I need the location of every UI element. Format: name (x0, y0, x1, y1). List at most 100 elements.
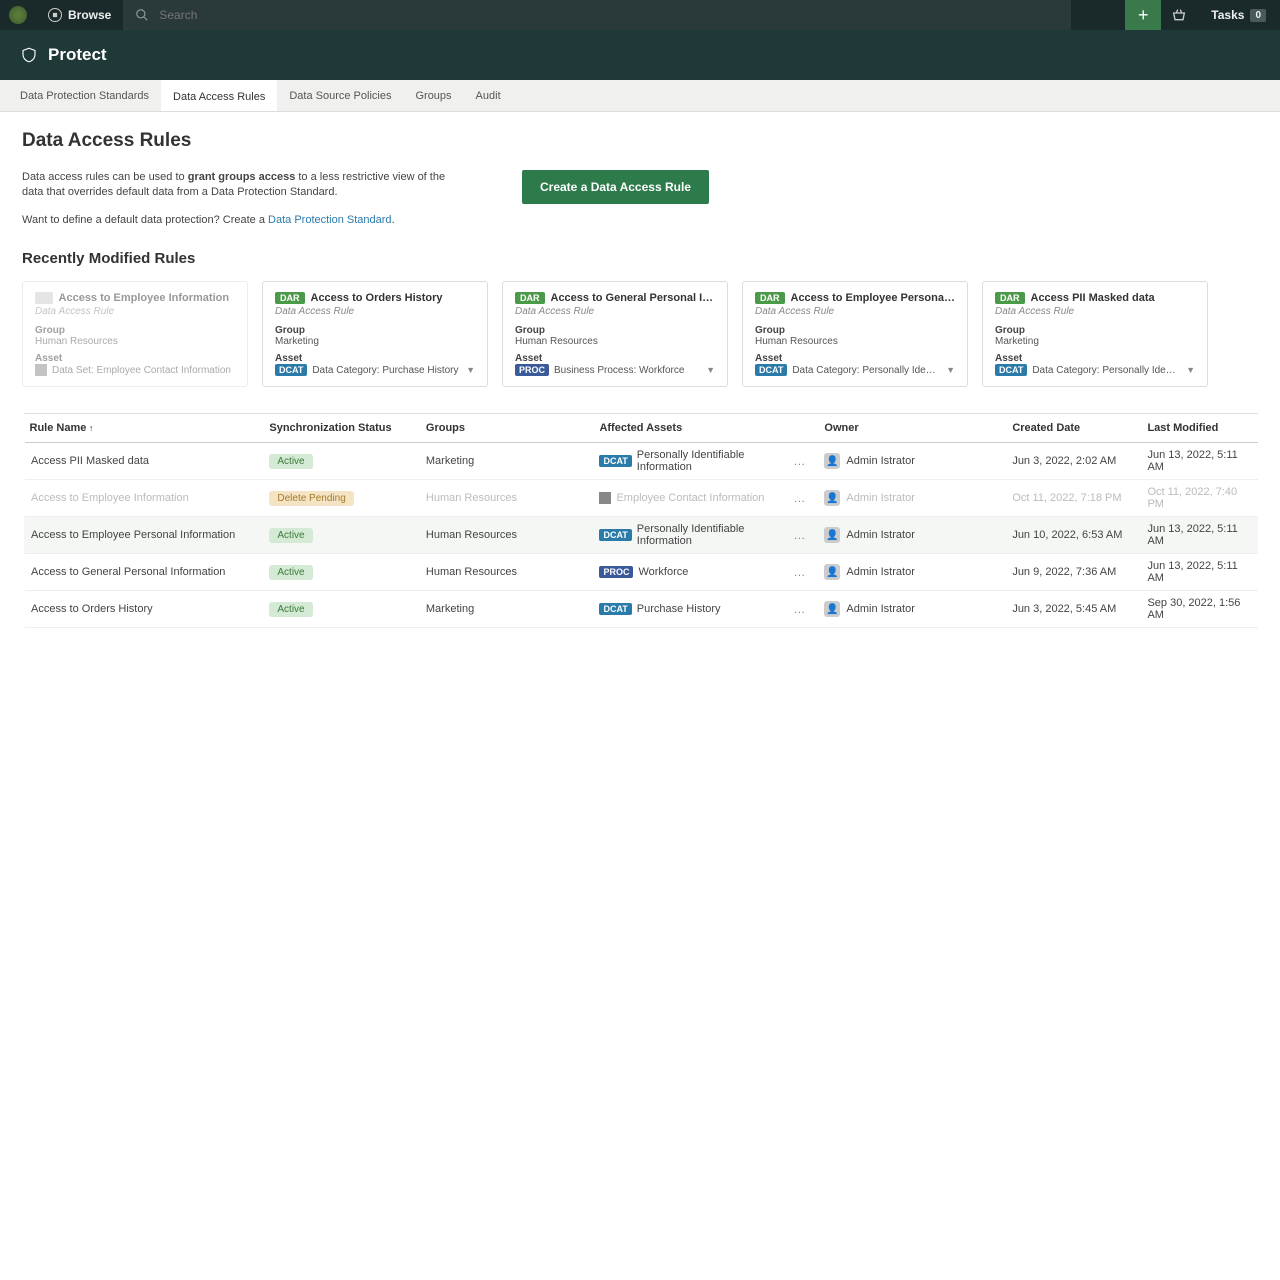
proc-badge: PROC (515, 364, 549, 376)
tasks-label: Tasks (1211, 8, 1244, 22)
card-subtitle: Data Access Rule (275, 306, 475, 317)
proc-badge: PROC (599, 566, 633, 578)
col-owner[interactable]: Owner (818, 414, 1006, 443)
cell-groups: Human Resources (420, 480, 594, 517)
status-badge: Active (269, 602, 312, 617)
chevron-down-icon[interactable]: ▼ (946, 365, 955, 375)
col-created[interactable]: Created Date (1006, 414, 1141, 443)
cell-owner: Admin Istrator (846, 566, 914, 578)
cell-rule-name[interactable]: Access PII Masked data (24, 443, 264, 480)
cell-groups: Human Resources (420, 554, 594, 591)
search-input[interactable] (159, 8, 1059, 22)
card-group-label: Group (515, 325, 715, 336)
avatar: 👤 (824, 601, 840, 617)
card-group-value: Human Resources (35, 336, 235, 347)
card-subtitle: Data Access Rule (755, 306, 955, 317)
dataset-icon (35, 364, 47, 376)
card-group-label: Group (275, 325, 475, 336)
cell-groups: Marketing (420, 443, 594, 480)
card-asset-label: Asset (755, 353, 955, 364)
col-modified[interactable]: Last Modified (1141, 414, 1258, 443)
avatar: 👤 (824, 490, 840, 506)
asset-more-button[interactable]: … (787, 528, 812, 542)
cell-asset: Employee Contact Information (616, 492, 764, 504)
card-subtitle: Data Access Rule (995, 306, 1195, 317)
tab-data-source-policies[interactable]: Data Source Policies (277, 80, 403, 111)
table-row[interactable]: Access PII Masked data Active Marketing DCA… (24, 443, 1259, 480)
cell-owner: Admin Istrator (846, 603, 914, 615)
recent-cards-row: Access to Employee InformationData Acces… (22, 281, 1258, 387)
tab-groups[interactable]: Groups (403, 80, 463, 111)
cell-owner: Admin Istrator (846, 492, 914, 504)
table-row[interactable]: Access to Employee Information Delete Pen… (24, 480, 1259, 517)
tab-data-access-rules[interactable]: Data Access Rules (161, 80, 277, 111)
tab-bar: Data Protection StandardsData Access Rul… (0, 80, 1280, 112)
card-group-value: Human Resources (515, 336, 715, 347)
recent-rule-card[interactable]: DARAccess to General Personal Inf…Data A… (502, 281, 728, 387)
card-title: Access to General Personal Inf… (551, 292, 716, 304)
asset-more-button[interactable]: … (787, 602, 812, 616)
chevron-down-icon[interactable]: ▼ (706, 365, 715, 375)
tab-audit[interactable]: Audit (464, 80, 513, 111)
asset-more-button[interactable]: … (787, 491, 812, 505)
table-row[interactable]: Access to General Personal Information Ac… (24, 554, 1259, 591)
recent-rule-card[interactable]: DARAccess to Employee Personal I…Data Ac… (742, 281, 968, 387)
dar-badge (35, 292, 53, 304)
chevron-down-icon[interactable]: ▼ (1186, 365, 1195, 375)
card-title: Access to Employee Personal I… (791, 292, 956, 304)
tasks-button[interactable]: Tasks 0 (1197, 0, 1280, 30)
dcat-badge: DCAT (599, 455, 631, 467)
card-group-label: Group (755, 325, 955, 336)
cell-owner: Admin Istrator (846, 529, 914, 541)
basket-icon (1171, 7, 1187, 23)
cell-rule-name[interactable]: Access to General Personal Information (24, 554, 264, 591)
col-groups[interactable]: Groups (420, 414, 594, 443)
search-area[interactable] (123, 0, 1071, 30)
basket-button[interactable] (1161, 0, 1197, 30)
recent-rule-card[interactable]: Access to Employee InformationData Acces… (22, 281, 248, 387)
status-badge: Active (269, 565, 312, 580)
avatar: 👤 (824, 527, 840, 543)
cell-rule-name[interactable]: Access to Employee Personal Information (24, 517, 264, 554)
cell-created: Jun 10, 2022, 6:53 AM (1006, 517, 1141, 554)
card-asset-text: Data Category: Personally Identifi… (792, 365, 941, 376)
status-badge: Delete Pending (269, 491, 353, 506)
add-button[interactable]: + (1125, 0, 1161, 30)
cell-owner: Admin Istrator (846, 455, 914, 467)
status-badge: Active (269, 528, 312, 543)
table-row[interactable]: Access to Employee Personal Information A… (24, 517, 1259, 554)
create-rule-button[interactable]: Create a Data Access Rule (522, 170, 709, 204)
avatar: 👤 (824, 564, 840, 580)
browse-button[interactable]: Browse (36, 0, 123, 30)
tab-data-protection-standards[interactable]: Data Protection Standards (8, 80, 161, 111)
table-row[interactable]: Access to Orders History Active Marketing D… (24, 591, 1259, 628)
top-bar: Browse + Tasks 0 (0, 0, 1280, 30)
card-asset-text: Data Set: Employee Contact Information (52, 365, 235, 376)
recent-rule-card[interactable]: DARAccess PII Masked dataData Access Rul… (982, 281, 1208, 387)
chevron-down-icon[interactable]: ▼ (466, 365, 475, 375)
card-asset-label: Asset (515, 353, 715, 364)
recent-rule-card[interactable]: DARAccess to Orders HistoryData Access R… (262, 281, 488, 387)
card-group-value: Marketing (995, 336, 1195, 347)
cell-created: Jun 3, 2022, 5:45 AM (1006, 591, 1141, 628)
card-asset-label: Asset (275, 353, 475, 364)
cell-rule-name[interactable]: Access to Orders History (24, 591, 264, 628)
dcat-badge: DCAT (599, 603, 631, 615)
card-asset-text: Data Category: Purchase History (312, 365, 461, 376)
cell-groups: Marketing (420, 591, 594, 628)
asset-more-button[interactable]: … (787, 565, 812, 579)
card-asset-text: Data Category: Personally Identifi… (1032, 365, 1181, 376)
protection-standard-link[interactable]: Data Protection Standard (268, 214, 392, 226)
dcat-badge: DCAT (275, 364, 307, 376)
cell-modified: Jun 13, 2022, 5:11 AM (1141, 554, 1258, 591)
col-assets[interactable]: Affected Assets (593, 414, 818, 443)
asset-more-button[interactable]: … (787, 454, 812, 468)
cell-modified: Oct 11, 2022, 7:40 PM (1141, 480, 1258, 517)
col-sync-status[interactable]: Synchronization Status (263, 414, 420, 443)
rules-table: Rule Name Synchronization Status Groups … (22, 413, 1258, 628)
col-rule-name[interactable]: Rule Name (24, 414, 264, 443)
cell-rule-name[interactable]: Access to Employee Information (24, 480, 264, 517)
app-logo[interactable] (0, 0, 36, 30)
card-subtitle: Data Access Rule (35, 306, 235, 317)
status-badge: Active (269, 454, 312, 469)
